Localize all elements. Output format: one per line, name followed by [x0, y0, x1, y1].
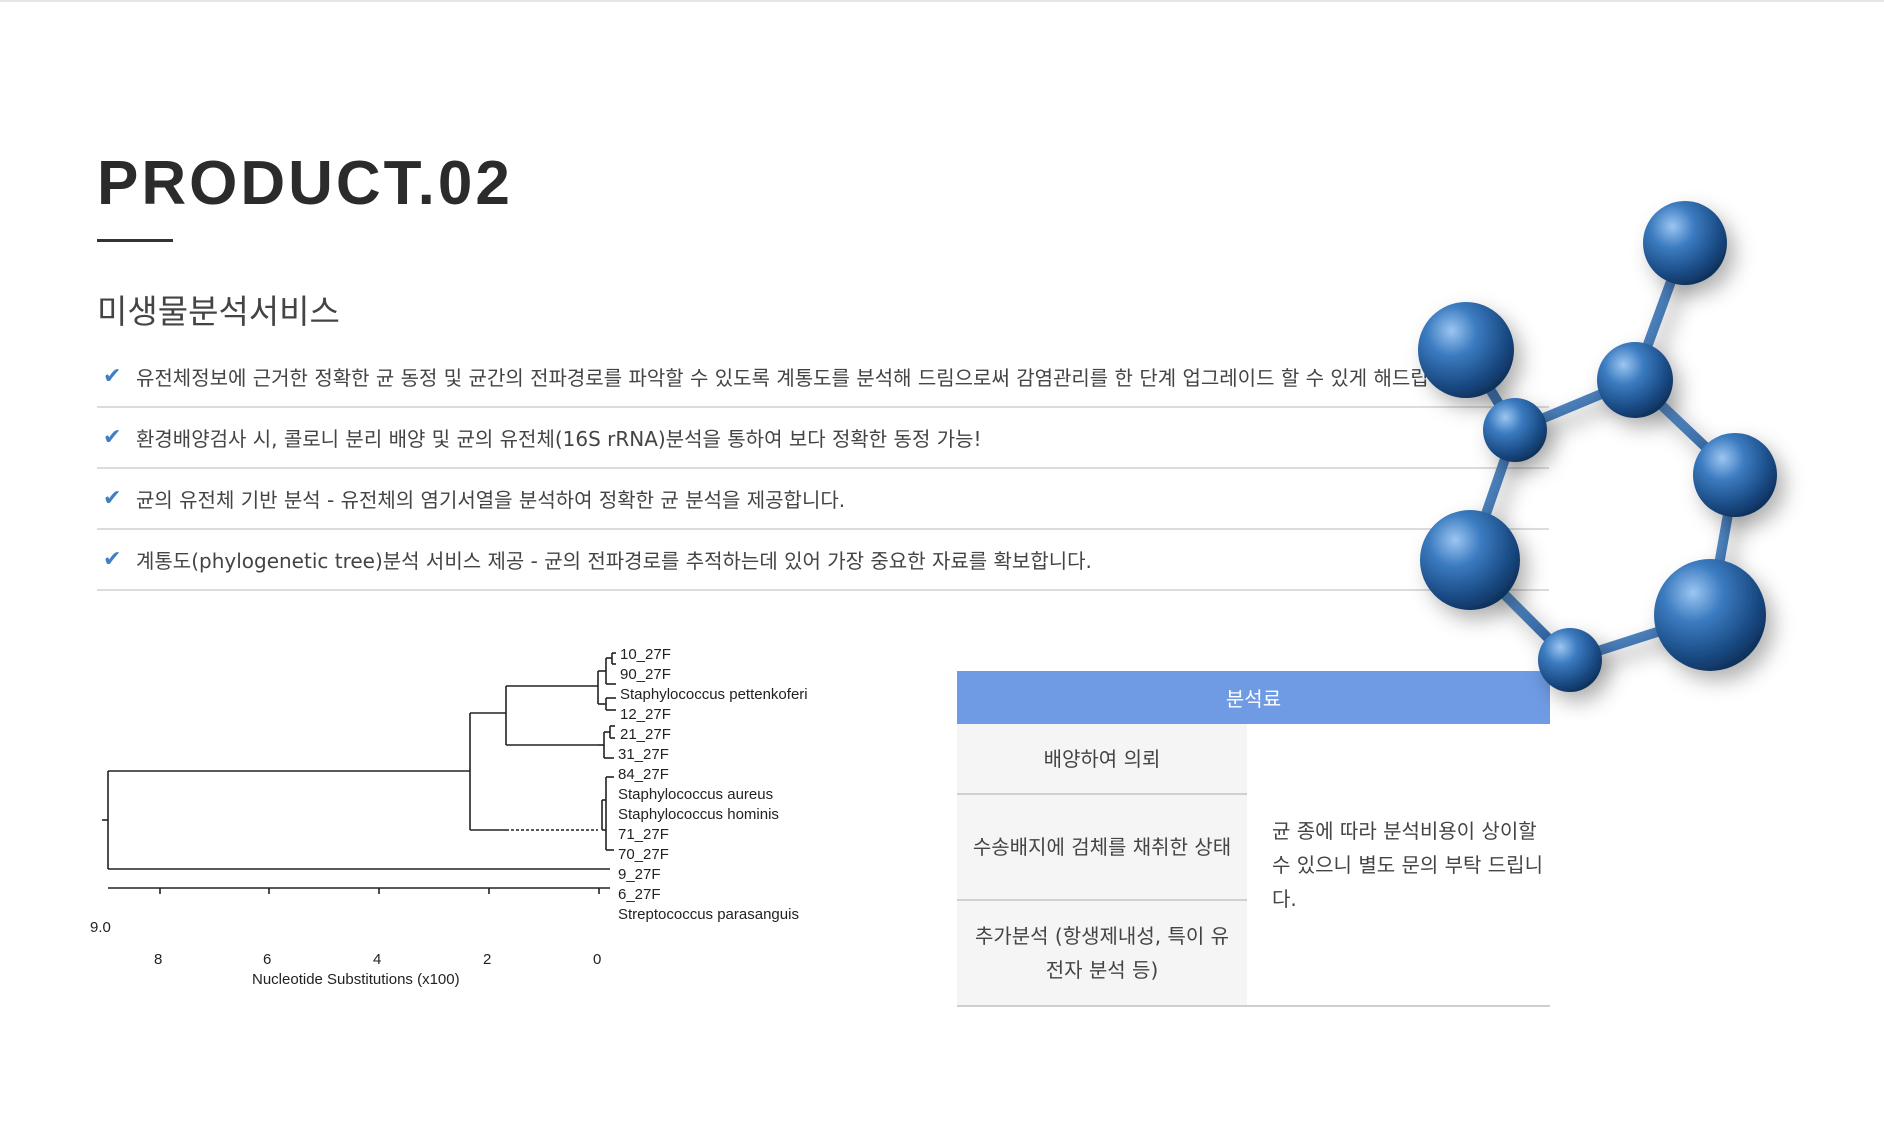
check-icon: ✔ — [103, 486, 122, 511]
pricing-table: 분석료 배양하여 의뢰 수송배지에 검체를 채취한 상태 추가분석 (항생제내성… — [957, 671, 1550, 1007]
pricing-note: 균 종에 따라 분석비용이 상이할 수 있으니 별도 문의 부탁 드립니다. — [1247, 724, 1550, 1007]
section-subtitle: 미생물분석서비스 — [97, 292, 340, 331]
tree-axis-label: Nucleotide Substitutions (x100) — [252, 971, 460, 988]
feature-item: ✔ 유전체정보에 근거한 정확한 균 동정 및 균간의 전파경로를 파악할 수 … — [97, 347, 1549, 408]
pricing-row: 수송배지에 검체를 채취한 상태 — [957, 795, 1247, 901]
pricing-row: 배양하여 의뢰 — [957, 724, 1247, 795]
tree-leaf-label: 70_27F — [618, 846, 669, 863]
tree-leaf-label: 71_27F — [618, 826, 669, 843]
tree-leaf-label: 84_27F — [618, 766, 669, 783]
title-underline — [97, 239, 173, 242]
tree-leaf-label: 31_27F — [618, 746, 669, 763]
tree-leaf-label: 9_27F — [618, 866, 661, 883]
feature-text: 균의 유전체 기반 분석 - 유전체의 염기서열을 분석하여 정확한 균 분석을… — [136, 488, 846, 512]
check-icon: ✔ — [103, 547, 122, 572]
check-icon: ✔ — [103, 425, 122, 450]
feature-text: 계통도(phylogenetic tree)분석 서비스 제공 - 균의 전파경… — [136, 549, 1092, 573]
tree-leaf-label: 21_27F — [620, 726, 671, 743]
tree-tick-label: 4 — [373, 951, 381, 968]
feature-item: ✔ 계통도(phylogenetic tree)분석 서비스 제공 - 균의 전… — [97, 530, 1549, 591]
feature-text: 유전체정보에 근거한 정확한 균 동정 및 균간의 전파경로를 파악할 수 있도… — [136, 366, 1472, 390]
tree-tick-label: 6 — [263, 951, 271, 968]
tree-leaf-label: Streptococcus parasanguis — [618, 906, 799, 923]
tree-leaf-label: Staphylococcus hominis — [618, 806, 779, 823]
feature-list: ✔ 유전체정보에 근거한 정확한 균 동정 및 균간의 전파경로를 파악할 수 … — [97, 347, 1549, 591]
pricing-row: 추가분석 (항생제내성, 특이 유전자 분석 등) — [957, 901, 1247, 1007]
tree-leaf-label: Staphylococcus pettenkoferi — [620, 686, 808, 703]
feature-text: 환경배양검사 시, 콜로니 분리 배양 및 균의 유전체(16S rRNA)분석… — [136, 427, 982, 451]
tree-leaf-label: 10_27F — [620, 646, 671, 663]
tree-scale-value: 9.0 — [90, 919, 111, 936]
tree-leaf-label: 6_27F — [618, 886, 661, 903]
top-divider — [0, 0, 1884, 2]
tree-leaf-label: Staphylococcus aureus — [618, 786, 773, 803]
feature-item: ✔ 균의 유전체 기반 분석 - 유전체의 염기서열을 분석하여 정확한 균 분… — [97, 469, 1549, 530]
tree-tick-label: 0 — [593, 951, 601, 968]
check-icon: ✔ — [103, 364, 122, 389]
tree-tick-label: 2 — [483, 951, 491, 968]
phylogenetic-tree: 10_27F 90_27F Staphylococcus pettenkofer… — [90, 646, 808, 988]
tree-leaf-label: 12_27F — [620, 706, 671, 723]
pricing-options: 배양하여 의뢰 수송배지에 검체를 채취한 상태 추가분석 (항생제내성, 특이… — [957, 724, 1247, 1007]
tree-leaf-label: 90_27F — [620, 666, 671, 683]
tree-tick-label: 8 — [154, 951, 162, 968]
pricing-header: 분석료 — [957, 671, 1550, 724]
page-title: PRODUCT.02 — [97, 149, 513, 218]
pricing-body: 배양하여 의뢰 수송배지에 검체를 채취한 상태 추가분석 (항생제내성, 특이… — [957, 724, 1550, 1007]
feature-item: ✔ 환경배양검사 시, 콜로니 분리 배양 및 균의 유전체(16S rRNA)… — [97, 408, 1549, 469]
